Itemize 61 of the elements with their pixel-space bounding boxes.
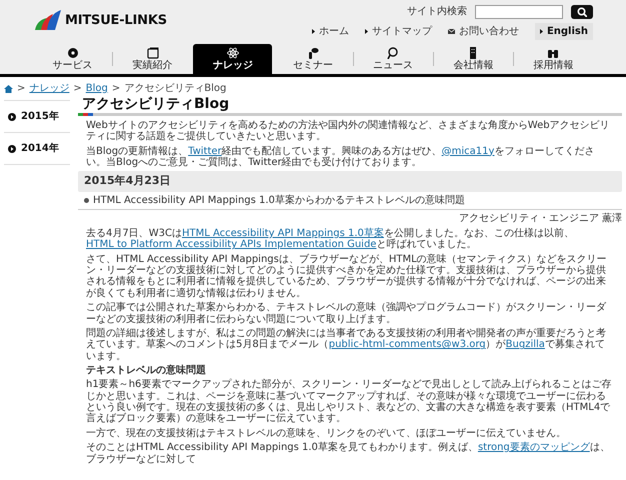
article-paragraph: 問題の詳細は後述しますが、私はこの問題の解決には当事者である支援技術の利用者や開発者の声が重要だろうと考えています。草案へのコメントは5月8日までメール（public-html-comments@w3.org）がBugzillaで募集されています。	[86, 328, 607, 362]
breadcrumb-link[interactable]: Blog	[86, 81, 108, 96]
home-link[interactable]	[4, 84, 13, 92]
section-heading: テキストレベルの意味問題	[86, 365, 207, 378]
nav-tab[interactable]: サービス	[33, 44, 112, 74]
search-label: サイト内検索	[407, 4, 467, 19]
breadcrumb-separator: >	[112, 82, 120, 96]
nav-tab[interactable]: セミナー	[273, 44, 353, 74]
breadcrumb-separator: >	[17, 82, 26, 96]
text-link[interactable]: HTML Accessibility API Mappings 1.0草案	[182, 228, 384, 239]
arrow-icon	[364, 29, 368, 34]
article-paragraph: そのことはHTML Accessibility API Mappings 1.0草案を見てもわかります。例えば、strong要素のマッピングは、ブラウザーなどに対して	[86, 442, 611, 465]
utility-link[interactable]: サイトマップ	[372, 24, 432, 39]
mail-icon	[448, 29, 455, 34]
breadcrumb-link[interactable]: ナレッジ	[29, 81, 70, 96]
play-icon	[8, 112, 16, 120]
logo-icon	[33, 8, 61, 30]
atom-icon	[226, 47, 239, 59]
nav-tab[interactable]: 会社情報	[434, 44, 513, 74]
text-link[interactable]: HTML to Platform Accessibility APIs Implementation Guide	[86, 239, 376, 250]
text-link[interactable]: Bugzilla	[506, 339, 545, 350]
play-icon	[8, 144, 16, 152]
search-icon	[577, 6, 587, 16]
window-icon	[146, 47, 159, 59]
nav-tab[interactable]: ナレッジ	[193, 44, 272, 74]
text-link[interactable]: @mica11y	[442, 146, 494, 157]
utility-link[interactable]: ホーム	[318, 24, 349, 39]
logo-text[interactable]: MITSUE-LINKS	[65, 10, 167, 30]
home-icon	[4, 84, 13, 92]
article-paragraph: 一方で、現在の支援技術はテキストレベルの意味を、リンクをのぞいて、ほぼユーザーに伝えていません。	[86, 428, 567, 440]
english-button[interactable]: English	[534, 23, 593, 40]
intro-paragraph: 当Blogの更新情報は、Twitter経由でも配信しています。興味のある方はぜひ、@mica11yをフォローしてください。当Blogへのご意見・ご質問は、Twitter経由でも受け付けております。	[86, 146, 596, 168]
article-paragraph: さて、HTML Accessibility API Mappingsは、ブラウザーなどが、HTMLの意味（セマンティクス）などをスクリーン・リーダーなどの支援技術に対してどのように提供すべきかを定めた仕様です。支援技術は、ブラウザーから提供される情報をもとに利用者に情報を提供しているため、ブラウザーが提供する情報が十分でなければ、ページの出来が良くても利用者に適切な情報は伝わりません。	[86, 254, 608, 300]
text-link[interactable]: strong要素のマッピング	[478, 442, 590, 454]
megaphone-icon	[306, 47, 319, 59]
article-paragraph: h1要素～h6要素でマークアップされた部分が、スクリーン・リーダーなどで見出しとして読み上げられることはご存じかと思います。これは、ページを意味に基づいてマークアップすれば、その意味が様々な環境でユーザーに伝わるという良い例です。現在の支援技術の多くは、見出しやリスト、表などの、文書の大きな構造を表す要素（HTML4で言えばブロック要素）の意味をユーザーに伝えています。	[86, 379, 612, 425]
text-link[interactable]: Twitter	[188, 146, 222, 157]
sidebar-item[interactable]: 2015年	[4, 101, 70, 133]
article-author: アクセシビリティ・エンジニア 薫澤	[458, 212, 622, 226]
date-heading: 2015年4月23日	[78, 171, 622, 192]
intro-paragraph: Webサイトのアクセシビリティを高めるための方法や国内外の関連情報など、さまざまな角度からWebアクセシビリティに関する話題をご提供していきたいと思います。	[86, 120, 611, 143]
article-title[interactable]: HTML Accessibility API Mappings 1.0草案からわかるテキストレベルの意味問題	[78, 194, 622, 210]
search-button[interactable]	[571, 4, 593, 18]
breadcrumb-separator: >	[73, 82, 82, 96]
text-link[interactable]: public-html-comments@w3.org	[328, 339, 486, 350]
nav-tab[interactable]: 採用情報	[514, 44, 593, 74]
breadcrumb-current: アクセシビリティBlog	[124, 82, 226, 96]
disc-icon	[66, 47, 79, 59]
article-paragraph: 去る4月7日、W3CはHTML Accessibility API Mappings 1.0草案を公開しました。なお、この仕様は以前、 HTML to Platform Accessibility APIs Implementation Guideと呼ばれていました。	[86, 228, 575, 251]
nav-tab[interactable]: ニュース	[354, 44, 433, 74]
search-field[interactable]	[475, 4, 563, 18]
sidebar-item[interactable]: 2014年	[4, 133, 70, 165]
page-title: アクセシビリティBlog	[81, 96, 230, 113]
magnifier-icon	[387, 47, 400, 59]
utility-link[interactable]: お問い合わせ	[458, 24, 519, 39]
arrow-icon	[540, 29, 543, 34]
nav-tab[interactable]: 実績紹介	[113, 44, 192, 74]
arrow-icon	[312, 29, 315, 34]
bullet-icon	[84, 198, 89, 204]
binoculars-icon	[547, 47, 560, 59]
article-paragraph: この記事では公開された草案からわかる、テキストレベルの意味（強調やプログラムコード）がスクリーン・リーダーなどの支援技術の利用者に伝わらない問題について取り上げます。	[86, 302, 608, 325]
